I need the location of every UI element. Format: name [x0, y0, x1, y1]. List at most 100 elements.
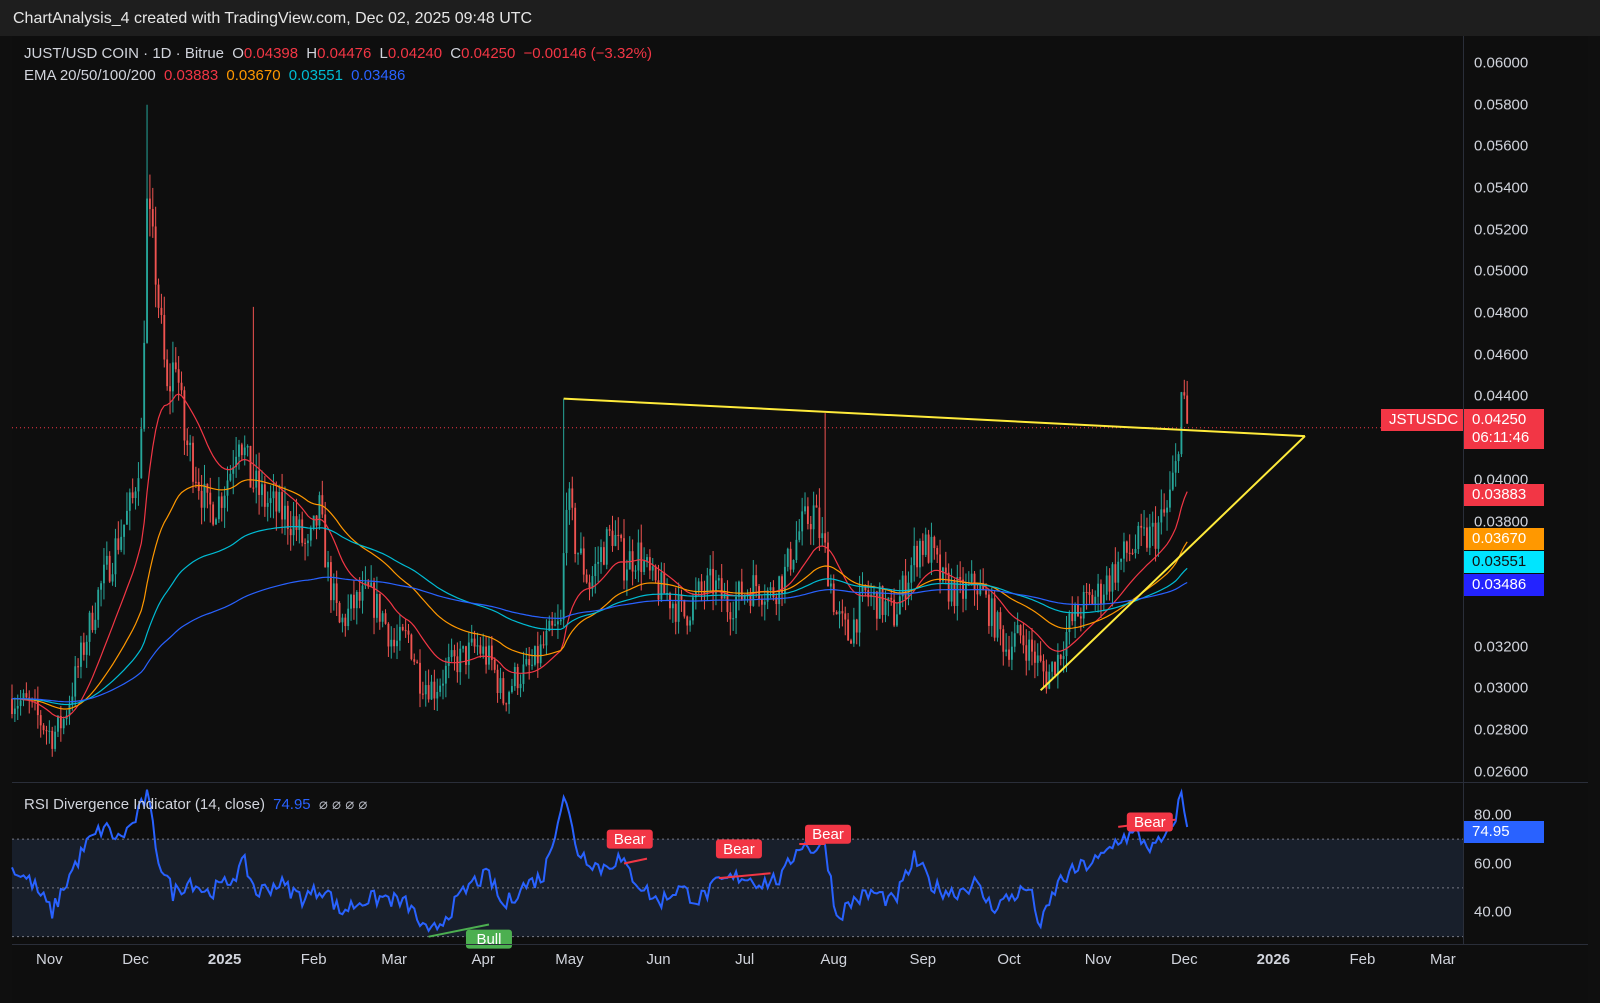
candle-body: [651, 566, 654, 571]
candle-body: [220, 496, 223, 508]
candle-body: [217, 496, 220, 520]
candle-body: [939, 554, 941, 582]
candle-body: [140, 428, 143, 479]
candle-body: [574, 507, 577, 555]
candle-body: [1108, 575, 1111, 592]
candle-body: [804, 506, 806, 512]
price-tick-label: 0.05400: [1474, 179, 1529, 197]
candle-body: [332, 583, 335, 601]
candle-body: [467, 642, 470, 665]
pane-separator[interactable]: [12, 782, 1588, 783]
candle-body: [1154, 522, 1157, 549]
candle-body: [295, 516, 298, 531]
candle-body: [1123, 541, 1125, 559]
candle-body: [430, 681, 433, 700]
candle-body: [1031, 639, 1033, 652]
time-tick-label: 2026: [1256, 951, 1291, 968]
time-tick-label: Feb: [1349, 951, 1376, 968]
candle-body: [315, 515, 318, 526]
candle-body: [749, 595, 752, 606]
candle-body: [312, 515, 315, 528]
candle-body: [470, 638, 473, 643]
candle-body: [947, 572, 950, 602]
candle-body: [944, 567, 947, 573]
candle-body: [496, 669, 499, 694]
candle-body: [378, 593, 381, 622]
candle-body: [476, 645, 479, 647]
price-legend[interactable]: JUST/USD COIN · 1D · Bitrue O0.04398 H0.…: [24, 45, 656, 62]
candle-body: [732, 618, 735, 620]
candle-body: [459, 648, 462, 673]
candle-body: [536, 646, 539, 664]
candle-body: [545, 630, 548, 646]
bull-label: Bull: [465, 929, 512, 949]
candle-body: [792, 560, 795, 570]
candle-body: [309, 527, 312, 541]
candle-body: [1079, 616, 1082, 619]
candle-body: [114, 538, 117, 575]
candle-body: [171, 362, 174, 392]
candle-body: [1114, 564, 1117, 583]
candle-body: [493, 659, 496, 670]
candle-body: [740, 581, 743, 600]
candle-body: [850, 640, 852, 644]
candle-body: [439, 685, 442, 692]
candle-body: [1082, 591, 1085, 619]
price-tick-label: 0.03000: [1474, 679, 1529, 697]
candle-body: [832, 583, 835, 612]
candle-body: [1148, 526, 1151, 548]
rsi-tick-label: 40.00: [1474, 903, 1512, 921]
candle-body: [361, 585, 364, 601]
candle-body: [617, 534, 620, 536]
candle-body: [252, 487, 255, 489]
time-tick-label: Dec: [122, 951, 149, 968]
legend-c-label: C: [450, 45, 462, 62]
bear-label-text: Bear: [1134, 814, 1166, 831]
candle-body: [513, 666, 516, 687]
candle-body: [421, 693, 424, 695]
chart-canvas[interactable]: Bull Bear Bear Bear Bear: [0, 0, 1600, 1003]
candle-body: [758, 586, 760, 600]
candle-body: [97, 589, 100, 620]
candle-body: [852, 619, 855, 644]
candle-body: [123, 524, 125, 537]
ema-legend[interactable]: EMA 20/50/100/200 0.03883 0.03670 0.0355…: [24, 67, 409, 84]
ema200-line: [11, 576, 1188, 703]
candle-body: [398, 626, 401, 641]
candle-body: [1088, 592, 1091, 595]
candle-body: [390, 639, 393, 647]
candle-body: [341, 617, 344, 623]
candle-body: [209, 492, 212, 505]
candle-body: [683, 599, 686, 617]
candle-body: [1085, 591, 1088, 593]
candle-body: [57, 715, 59, 732]
candle-body: [505, 703, 508, 705]
candle-body: [1097, 583, 1100, 597]
ema100-tag: 0.03551: [1464, 551, 1544, 573]
bear-label: Bear: [606, 829, 653, 849]
candle-body: [350, 594, 352, 609]
rsi-legend[interactable]: RSI Divergence Indicator (14, close) 74.…: [24, 795, 371, 813]
candle-body: [416, 661, 419, 663]
candle-body: [921, 540, 924, 555]
candle-body: [760, 599, 763, 605]
price-tick-label: 0.06000: [1474, 54, 1529, 72]
candle-body: [1062, 656, 1065, 659]
candle-body: [381, 613, 384, 622]
ema20-value: 0.03883: [163, 67, 219, 84]
candle-body: [916, 545, 919, 568]
candle-body: [910, 565, 913, 583]
resistance-trendline: [563, 397, 1306, 438]
price-tick-label: 0.05000: [1474, 262, 1529, 280]
ema50-value: 0.03670: [226, 67, 281, 84]
candle-body: [447, 657, 450, 666]
candle-body: [453, 650, 456, 657]
candle-body: [465, 646, 467, 665]
candle-body: [605, 529, 608, 565]
candle-body: [401, 626, 404, 631]
candle-body: [36, 700, 39, 716]
candle-body: [933, 536, 936, 549]
candle-body: [562, 553, 565, 620]
candle-body: [709, 568, 712, 576]
candle-body: [904, 575, 907, 599]
